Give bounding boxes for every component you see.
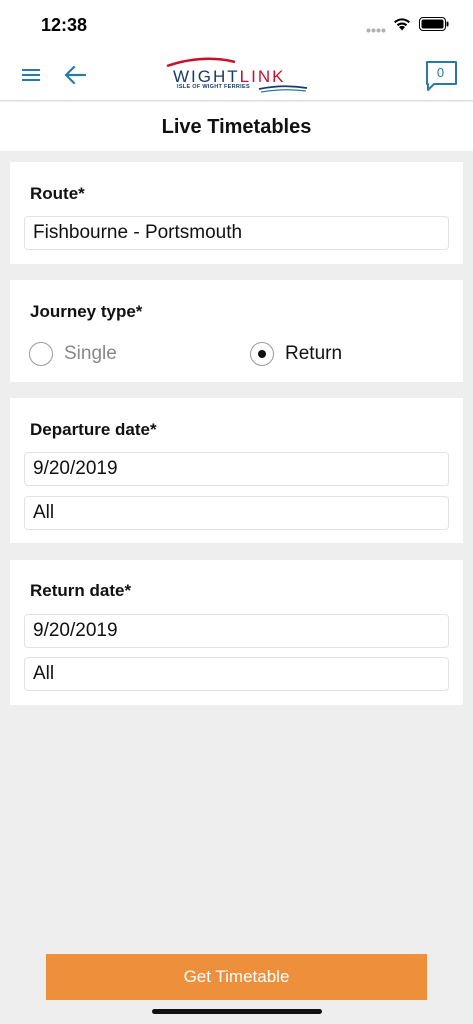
menu-icon[interactable] xyxy=(22,67,40,83)
departure-date-card: Departure date* 9/20/2019 All xyxy=(10,398,463,543)
departure-date-field[interactable]: 9/20/2019 xyxy=(24,452,449,486)
single-radio-button[interactable] xyxy=(29,342,53,366)
return-date-card: Return date* 9/20/2019 All xyxy=(10,560,463,705)
return-date-label: Return date* xyxy=(30,581,132,600)
get-timetable-button[interactable]: Get Timetable xyxy=(46,954,427,1000)
title-bar: Live Timetables xyxy=(0,102,473,151)
chat-button[interactable]: 0 xyxy=(425,60,458,92)
single-radio-option[interactable]: Single xyxy=(29,342,179,368)
route-label: Route* xyxy=(30,184,85,203)
wightlink-logo: WIGHTLINK ISLE OF WIGHT FERRIES xyxy=(163,56,309,96)
journey-type-label: Journey type* xyxy=(30,302,143,321)
departure-date-label: Departure date* xyxy=(30,420,157,439)
return-radio-button[interactable] xyxy=(250,342,274,366)
return-time-select[interactable]: All xyxy=(24,657,449,691)
route-card: Route* Fishbourne - Portsmouth xyxy=(10,162,463,264)
back-arrow-icon[interactable] xyxy=(64,65,86,85)
home-indicator[interactable] xyxy=(152,1009,322,1014)
route-select[interactable]: Fishbourne - Portsmouth xyxy=(24,216,449,250)
return-radio-option[interactable]: Return xyxy=(250,342,400,368)
nav-bar: WIGHTLINK ISLE OF WIGHT FERRIES 0 xyxy=(0,50,473,101)
logo-subtitle: ISLE OF WIGHT FERRIES xyxy=(177,84,250,90)
page-title: Live Timetables xyxy=(161,116,312,138)
battery-icon xyxy=(419,17,449,31)
journey-type-card: Journey type* Single Return xyxy=(10,280,463,382)
radio-selected-dot xyxy=(257,349,266,358)
status-bar: 12:38 xyxy=(0,0,473,50)
departure-time-select[interactable]: All xyxy=(24,496,449,530)
status-time: 12:38 xyxy=(41,15,88,35)
return-date-field[interactable]: 9/20/2019 xyxy=(24,614,449,648)
wifi-icon xyxy=(394,18,410,31)
single-radio-label: Single xyxy=(64,343,117,364)
cellular-signal-icon xyxy=(366,28,386,33)
chat-count-badge: 0 xyxy=(436,65,445,80)
return-radio-label: Return xyxy=(285,343,343,364)
